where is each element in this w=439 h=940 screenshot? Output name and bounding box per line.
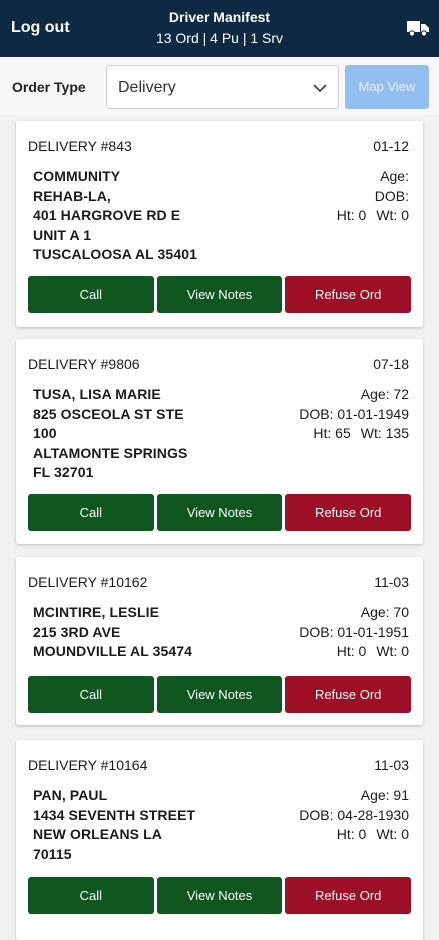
patient-height: Ht: 0 [336, 826, 367, 842]
order-title: DELIVERY #843 [28, 138, 132, 154]
address-line: 70115 [33, 845, 72, 862]
page-title: Driver Manifest [168, 9, 271, 25]
patient-height: Ht: 65 [313, 425, 351, 441]
order-header: DELIVERY #9806 07-18 [28, 356, 409, 372]
address-line: ALTAMONTE SPRINGS [33, 444, 188, 461]
patient-height: Ht: 0 [336, 207, 367, 223]
patient-height: Ht: 0 [336, 643, 367, 659]
address-line: COMMUNITY [33, 168, 121, 184]
address-line: UNIT A 1 [33, 226, 92, 243]
order-actions: Call View Notes Refuse Ord [28, 276, 412, 313]
order-address: TUSA, LISA MARIE 825 OSCEOLA ST STE 100 ALT… [33, 385, 243, 483]
order-date: 11-03 [374, 757, 409, 773]
view-notes-button[interactable]: View Notes [156, 877, 283, 914]
map-view-button[interactable]: Map View [345, 65, 429, 109]
patient-stats: Age: 72 DOB: 01-01-1949 Ht: 65 Wt: 135 [299, 385, 409, 444]
address-line: REHAB-LA, [33, 187, 111, 204]
patient-age: Age: 72 [360, 386, 409, 402]
address-line: 401 HARGROVE RD E [33, 207, 181, 223]
patient-age: Age: 70 [360, 604, 409, 620]
address-line: 100 [33, 425, 57, 441]
order-address: COMMUNITY REHAB-LA, 401 HARGROVE RD E UNIT … [33, 167, 243, 265]
address-line: 1434 SEVENTH STREET [33, 806, 196, 823]
order-address: PAN, PAUL 1434 SEVENTH STREET NEW ORLEANS … [33, 786, 243, 864]
call-button[interactable]: Call [28, 276, 154, 313]
app-header: Log out Driver Manifest 13 Ord | 4 Pu | … [0, 0, 439, 57]
order-card[interactable]: DELIVERY #10162 11-03 MCINTIRE, LESLIE 21… [16, 557, 423, 725]
order-address: MCINTIRE, LESLIE 215 3RD AVE MOUNDVILLE AL… [33, 603, 243, 662]
patient-age: Age: 91 [360, 787, 409, 803]
order-header: DELIVERY #10164 11-03 [28, 757, 409, 773]
view-notes-button[interactable]: View Notes [156, 676, 283, 713]
address-line: FL 32701 [33, 464, 94, 480]
truck-icon[interactable] [407, 19, 429, 37]
patient-weight: Wt: 0 [376, 207, 409, 223]
order-type-select[interactable]: Delivery [106, 65, 339, 109]
order-actions: Call View Notes Refuse Ord [28, 494, 412, 531]
patient-stats: Age: DOB: Ht: 0 Wt: 0 [337, 167, 409, 226]
order-type-filter: Order Type Delivery Map View [0, 57, 439, 115]
address-line: 825 OSCEOLA ST STE [33, 405, 184, 422]
order-card[interactable]: DELIVERY #9806 07-18 TUSA, LISA MARIE 825… [16, 339, 423, 544]
refuse-order-button[interactable]: Refuse Ord [285, 877, 412, 914]
view-notes-button[interactable]: View Notes [156, 276, 283, 313]
patient-weight: Wt: 0 [376, 826, 409, 842]
patient-stats: Age: 70 DOB: 01-01-1951 Ht: 0 Wt: 0 [299, 603, 409, 662]
patient-dob: DOB: 01-01-1949 [299, 405, 409, 422]
patient-weight: Wt: 135 [360, 425, 409, 441]
address-line: MOUNDVILLE AL 35474 [33, 643, 193, 659]
patient-stats: Age: 91 DOB: 04-28-1930 Ht: 0 Wt: 0 [299, 786, 409, 845]
call-button[interactable]: Call [28, 494, 154, 531]
order-date: 11-03 [374, 574, 409, 590]
order-actions: Call View Notes Refuse Ord [28, 676, 412, 713]
patient-dob: DOB: 04-28-1930 [299, 806, 409, 823]
patient-dob: DOB: 01-01-1951 [299, 623, 409, 640]
order-actions: Call View Notes Refuse Ord [28, 877, 412, 914]
address-line: TUSA, LISA MARIE [33, 386, 161, 402]
refuse-order-button[interactable]: Refuse Ord [285, 494, 412, 531]
order-header: DELIVERY #10162 11-03 [28, 574, 409, 590]
order-title: DELIVERY #10164 [28, 757, 148, 773]
call-button[interactable]: Call [28, 676, 154, 713]
address-line: NEW ORLEANS LA [33, 826, 162, 842]
chevron-down-icon [313, 84, 327, 93]
manifest-summary: 13 Ord | 4 Pu | 1 Srv [155, 30, 284, 46]
patient-age: Age: [380, 168, 409, 184]
address-line: PAN, PAUL [33, 787, 108, 803]
address-line: MCINTIRE, LESLIE [33, 604, 160, 620]
order-card[interactable]: DELIVERY #843 01-12 COMMUNITY REHAB-LA, 40… [16, 121, 423, 327]
order-date: 01-12 [373, 138, 409, 154]
patient-dob: DOB: [374, 187, 409, 204]
address-line: 215 3RD AVE [33, 623, 121, 640]
refuse-order-button[interactable]: Refuse Ord [285, 276, 412, 313]
order-card[interactable]: DELIVERY #10164 11-03 PAN, PAUL 1434 SEVE… [16, 740, 423, 940]
order-header: DELIVERY #843 01-12 [28, 138, 409, 154]
order-type-value: Delivery [118, 79, 176, 96]
order-title: DELIVERY #9806 [28, 356, 140, 372]
patient-weight: Wt: 0 [376, 643, 409, 659]
refuse-order-button[interactable]: Refuse Ord [285, 676, 412, 713]
order-type-label: Order Type [12, 79, 86, 95]
call-button[interactable]: Call [28, 877, 154, 914]
view-notes-button[interactable]: View Notes [156, 494, 283, 531]
order-date: 07-18 [373, 356, 409, 372]
order-title: DELIVERY #10162 [28, 574, 148, 590]
address-line: TUSCALOOSA AL 35401 [33, 246, 197, 262]
